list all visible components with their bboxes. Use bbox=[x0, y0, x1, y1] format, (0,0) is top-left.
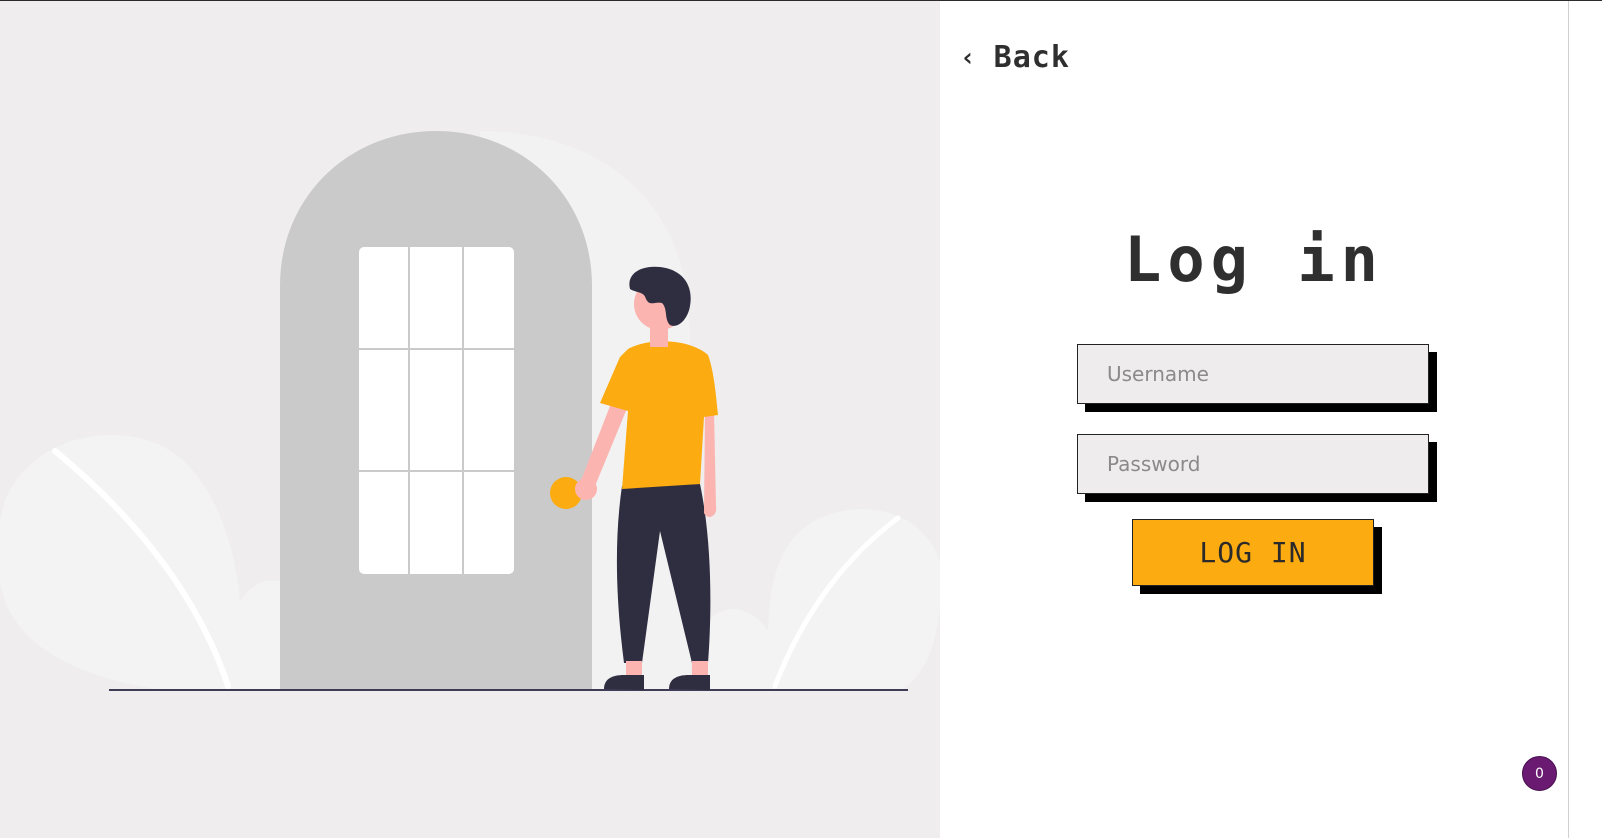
page-title: Log in bbox=[1124, 223, 1384, 296]
username-field-wrapper bbox=[1077, 344, 1437, 412]
chevron-left-icon: ‹ bbox=[960, 43, 976, 73]
password-input[interactable] bbox=[1077, 434, 1429, 494]
username-input[interactable] bbox=[1077, 344, 1429, 404]
door-illustration bbox=[0, 1, 940, 838]
left-leaf bbox=[0, 434, 300, 691]
password-field-wrapper bbox=[1077, 434, 1437, 502]
login-panel: ‹ Back Log in LOG IN bbox=[940, 1, 1568, 838]
back-link[interactable]: ‹ Back bbox=[960, 43, 1070, 73]
login-button[interactable]: LOG IN bbox=[1132, 519, 1374, 586]
login-page: ‹ Back Log in LOG IN 0 bbox=[0, 0, 1602, 838]
back-label: Back bbox=[993, 40, 1070, 75]
door-window bbox=[359, 247, 514, 574]
window-edge bbox=[1568, 1, 1602, 838]
notification-badge[interactable]: 0 bbox=[1522, 756, 1557, 791]
login-button-wrapper: LOG IN bbox=[1132, 519, 1382, 594]
